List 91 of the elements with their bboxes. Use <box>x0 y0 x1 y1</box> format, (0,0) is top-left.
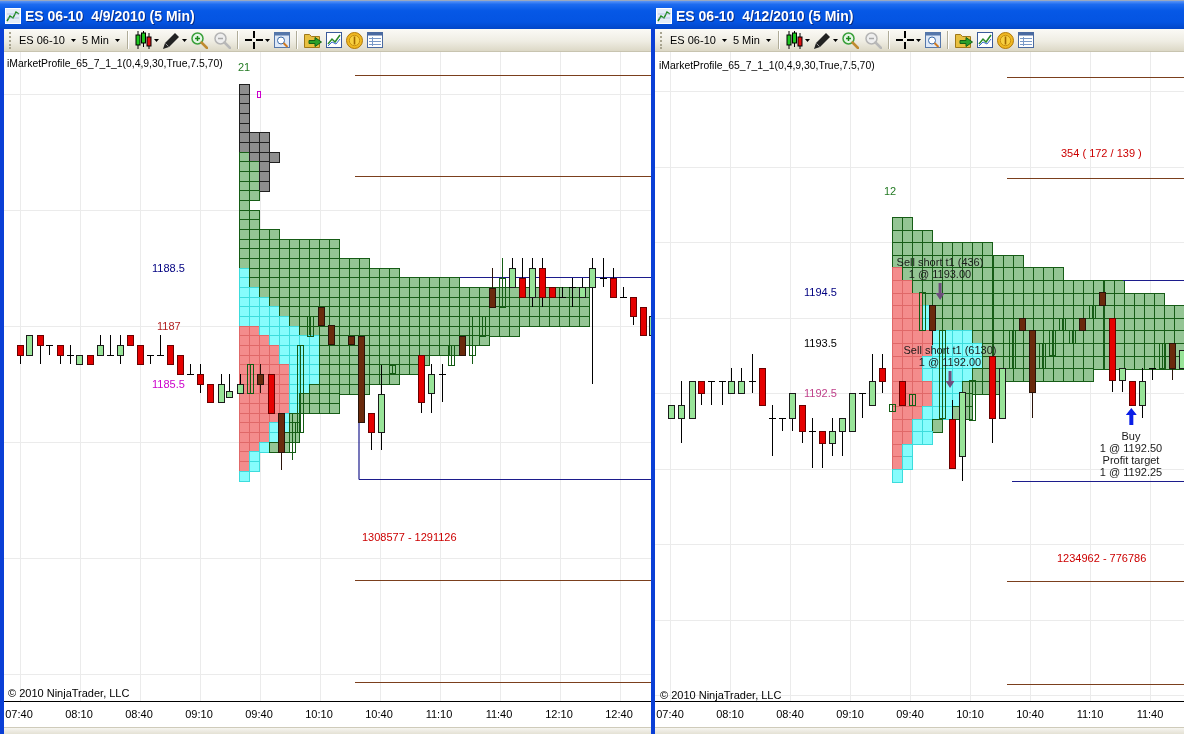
instrument-dropdown[interactable]: ES 06-10 <box>16 29 79 51</box>
time-label: 10:10 <box>956 708 984 720</box>
chart-style-button[interactable] <box>783 29 812 51</box>
coin-icon <box>345 31 363 49</box>
range-label: 1308577 - 1291126 <box>362 531 457 543</box>
data-box-button[interactable] <box>271 29 292 51</box>
time-label: 11:10 <box>425 708 453 720</box>
line-chart-icon <box>325 32 342 48</box>
time-label: 12:40 <box>605 708 633 720</box>
time-label: 07:40 <box>656 708 684 720</box>
window-magnifier-icon <box>273 32 290 48</box>
time-label: 08:40 <box>776 708 804 720</box>
folder-arrow-icon <box>954 32 973 48</box>
coin-button[interactable] <box>343 29 365 51</box>
time-label: 08:10 <box>716 708 744 720</box>
table-icon <box>1017 32 1034 48</box>
time-label: 12:10 <box>545 708 573 720</box>
pen-icon <box>813 31 831 49</box>
chart-icon <box>5 8 21 24</box>
time-label: 10:10 <box>305 708 333 720</box>
trade-label: 1 @ 1192.50 <box>1099 442 1163 454</box>
range-label: 1234962 - 776786 <box>1057 552 1147 564</box>
interval-dropdown[interactable]: 5 Min <box>729 29 774 51</box>
window-title: ES 06-10 4/9/2010 (5 Min) <box>25 7 195 25</box>
time-label: 10:40 <box>1016 708 1044 720</box>
horizontal-scrollbar[interactable] <box>4 727 651 734</box>
table-button[interactable] <box>1015 29 1036 51</box>
price-label: 1193.5 <box>804 337 837 349</box>
time-label: 09:40 <box>896 708 924 720</box>
time-label: 10:40 <box>365 708 393 720</box>
time-label: 08:40 <box>125 708 153 720</box>
coin-button[interactable] <box>994 29 1016 51</box>
crosshair-button[interactable] <box>242 29 272 51</box>
copyright-text: © 2010 NinjaTrader, LLC <box>660 689 782 701</box>
time-label: 11:40 <box>485 708 513 720</box>
trade-label: 1 @ 1192.25 <box>1099 466 1163 478</box>
time-label: 09:10 <box>836 708 864 720</box>
instrument-dropdown[interactable]: ES 06-10 <box>667 29 730 51</box>
copyright-text: © 2010 NinjaTrader, LLC <box>8 687 130 699</box>
chart-button[interactable] <box>323 29 344 51</box>
time-label: 11:40 <box>1136 708 1164 720</box>
time-label: 08:10 <box>65 708 93 720</box>
zoom-out-icon <box>864 31 882 49</box>
chart-button[interactable] <box>974 29 995 51</box>
caret-icon <box>765 38 771 42</box>
table-button[interactable] <box>364 29 385 51</box>
price-label: 1185.5 <box>152 378 185 390</box>
table-icon <box>366 32 383 48</box>
price-label: 1192.5 <box>804 387 837 399</box>
window-magnifier-icon <box>924 32 941 48</box>
crosshair-icon <box>244 31 263 49</box>
coin-icon <box>996 31 1014 49</box>
time-label: 09:10 <box>185 708 213 720</box>
indicator-label: iMarketProfile_65_7_1_1(0,4,9,30,True,7.5,70) <box>659 60 875 72</box>
caret-icon <box>915 38 921 42</box>
time-label: 07:40 <box>5 708 33 720</box>
caret-icon <box>114 38 120 42</box>
indicator-label: iMarketProfile_65_7_1_1(0,4,9,30,True,7.5,70) <box>7 58 223 70</box>
data-box-button[interactable] <box>922 29 943 51</box>
profile-count-label: 21 <box>238 61 251 73</box>
line-chart-icon <box>976 32 993 48</box>
profile-count-label: 12 <box>884 185 897 197</box>
caret-icon <box>153 38 159 42</box>
crosshair-button[interactable] <box>893 29 923 51</box>
window-title: ES 06-10 4/12/2010 (5 Min) <box>676 7 854 25</box>
price-label: 1187 <box>157 320 181 332</box>
pen-icon <box>162 31 180 49</box>
caret-icon <box>264 38 270 42</box>
crosshair-icon <box>895 31 914 49</box>
caret-icon <box>832 38 838 42</box>
candlestick-icon <box>134 31 152 49</box>
zoom-out-icon <box>213 31 231 49</box>
price-label: 1188.5 <box>152 262 185 274</box>
time-label: 11:10 <box>1076 708 1104 720</box>
folder-arrow-icon <box>303 32 322 48</box>
caret-icon <box>181 38 187 42</box>
interval-dropdown[interactable]: 5 Min <box>78 29 123 51</box>
chart-style-button[interactable] <box>132 29 161 51</box>
chart-icon <box>656 8 672 24</box>
stats-label: 354 ( 172 / 139 ) <box>1061 147 1142 159</box>
price-label: 1194.5 <box>804 286 837 298</box>
candlestick-icon <box>785 31 803 49</box>
caret-icon <box>804 38 810 42</box>
trade-label: Buy <box>1121 430 1141 442</box>
horizontal-scrollbar[interactable] <box>655 727 1184 734</box>
zoom-in-icon <box>841 31 859 49</box>
caret-icon <box>721 38 727 42</box>
time-label: 09:40 <box>245 708 273 720</box>
trade-label: Profit target <box>1102 454 1160 466</box>
caret-icon <box>70 38 76 42</box>
zoom-in-icon <box>190 31 208 49</box>
